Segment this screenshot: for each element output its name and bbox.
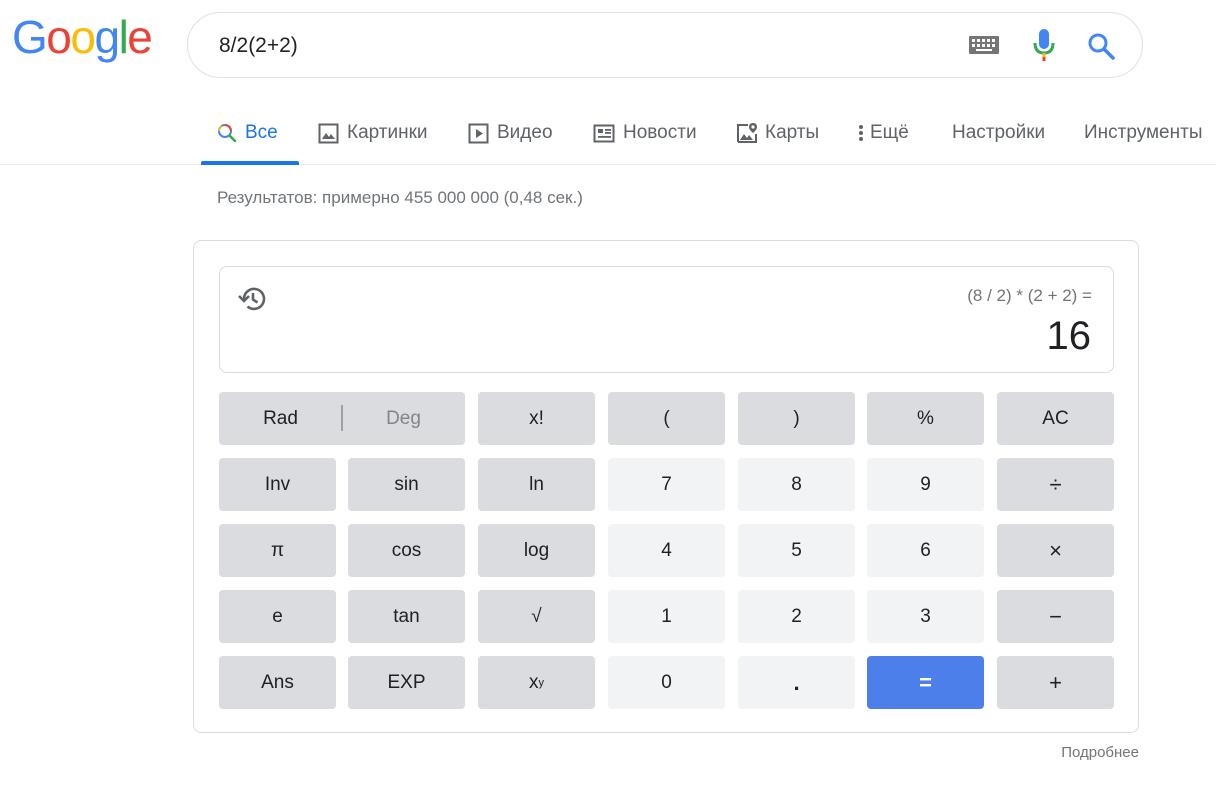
tab-maps[interactable]: Карты — [736, 104, 819, 162]
power-exponent-label: y — [538, 676, 545, 689]
tab-tools[interactable]: Инструменты — [1084, 104, 1202, 162]
tab-more[interactable]: Ещё — [858, 104, 909, 162]
map-icon — [736, 122, 759, 144]
digit-5-button[interactable]: 5 — [738, 524, 855, 577]
microphone-icon[interactable] — [1033, 29, 1055, 66]
equals-button[interactable]: = — [867, 656, 984, 709]
digit-1-button[interactable]: 1 — [608, 590, 725, 643]
calculator-result: 16 — [1046, 314, 1092, 358]
tab-news[interactable]: Новости — [593, 104, 697, 162]
more-vert-icon — [858, 124, 864, 142]
tab-label: Новости — [623, 122, 697, 143]
divide-button[interactable]: ÷ — [997, 458, 1114, 511]
tab-label: Все — [245, 122, 278, 143]
tab-images[interactable]: Картинки — [318, 104, 428, 162]
digit-7-button[interactable]: 7 — [608, 458, 725, 511]
add-button[interactable]: + — [997, 656, 1114, 709]
tab-all[interactable]: Все — [217, 104, 278, 162]
digit-9-button[interactable]: 9 — [867, 458, 984, 511]
cos-button[interactable]: cos — [348, 524, 465, 577]
digit-2-button[interactable]: 2 — [738, 590, 855, 643]
power-base-label: x — [529, 671, 539, 693]
close-paren-button[interactable]: ) — [738, 392, 855, 445]
decimal-point-button[interactable]: . — [738, 656, 855, 709]
tab-video[interactable]: Видео — [468, 104, 553, 162]
logo-letter: e — [127, 11, 153, 63]
logo-letter: g — [94, 11, 120, 63]
digit-3-button[interactable]: 3 — [867, 590, 984, 643]
tab-label: Инструменты — [1084, 122, 1203, 143]
sqrt-button[interactable]: √ — [478, 590, 595, 643]
image-icon — [318, 123, 339, 144]
subtract-button[interactable]: − — [997, 590, 1114, 643]
logo-letter: o — [46, 11, 72, 63]
inverse-button[interactable]: Inv — [219, 458, 336, 511]
tab-label: Настройки — [952, 122, 1046, 143]
factorial-button[interactable]: x! — [478, 392, 595, 445]
google-logo[interactable]: Google — [12, 11, 153, 63]
digit-0-button[interactable]: 0 — [608, 656, 725, 709]
ans-button[interactable]: Ans — [219, 656, 336, 709]
digit-4-button[interactable]: 4 — [608, 524, 725, 577]
clear-button[interactable]: AC — [997, 392, 1114, 445]
ln-button[interactable]: ln — [478, 458, 595, 511]
news-icon — [593, 124, 615, 143]
history-icon[interactable] — [237, 285, 267, 318]
calculator-card: (8 / 2) * (2 + 2) = 16 Rad Deg x! ( ) % … — [193, 240, 1139, 733]
multiply-button[interactable]: × — [997, 524, 1114, 577]
result-stats: Результатов: примерно 455 000 000 (0,48 … — [217, 188, 583, 207]
e-button[interactable]: e — [219, 590, 336, 643]
open-paren-button[interactable]: ( — [608, 392, 725, 445]
keyboard-icon[interactable] — [969, 36, 999, 59]
search-input[interactable]: 8/2(2+2) — [219, 34, 298, 58]
calculator-expression: (8 / 2) * (2 + 2) = — [967, 286, 1092, 305]
tab-label: Карты — [765, 122, 820, 143]
active-tab-indicator — [201, 161, 299, 165]
rad-button[interactable]: Rad — [219, 392, 342, 445]
digit-8-button[interactable]: 8 — [738, 458, 855, 511]
sin-button[interactable]: sin — [348, 458, 465, 511]
more-info-link[interactable]: Подробнее — [1061, 744, 1139, 761]
deg-button[interactable]: Deg — [342, 392, 465, 445]
log-button[interactable]: log — [478, 524, 595, 577]
power-button[interactable]: xy — [478, 656, 595, 709]
search-box[interactable]: 8/2(2+2) — [187, 12, 1143, 78]
tab-label: Картинки — [347, 122, 428, 143]
tab-label: Ещё — [870, 122, 909, 143]
pi-button[interactable]: π — [219, 524, 336, 577]
rad-deg-toggle: Rad Deg — [219, 392, 465, 445]
tab-settings[interactable]: Настройки — [952, 104, 1045, 162]
search-tabs: Все Картинки Видео Новости Карты Ещё Нас… — [0, 104, 1216, 165]
logo-letter: o — [70, 11, 96, 63]
percent-button[interactable]: % — [867, 392, 984, 445]
logo-letter: G — [12, 11, 48, 63]
calculator-display: (8 / 2) * (2 + 2) = 16 — [219, 266, 1114, 373]
search-icon[interactable] — [1087, 32, 1115, 65]
exp-button[interactable]: EXP — [348, 656, 465, 709]
tan-button[interactable]: tan — [348, 590, 465, 643]
tab-label: Видео — [497, 122, 553, 143]
video-icon — [468, 123, 489, 144]
digit-6-button[interactable]: 6 — [867, 524, 984, 577]
search-icon — [217, 123, 237, 143]
logo-letter: l — [118, 11, 129, 63]
